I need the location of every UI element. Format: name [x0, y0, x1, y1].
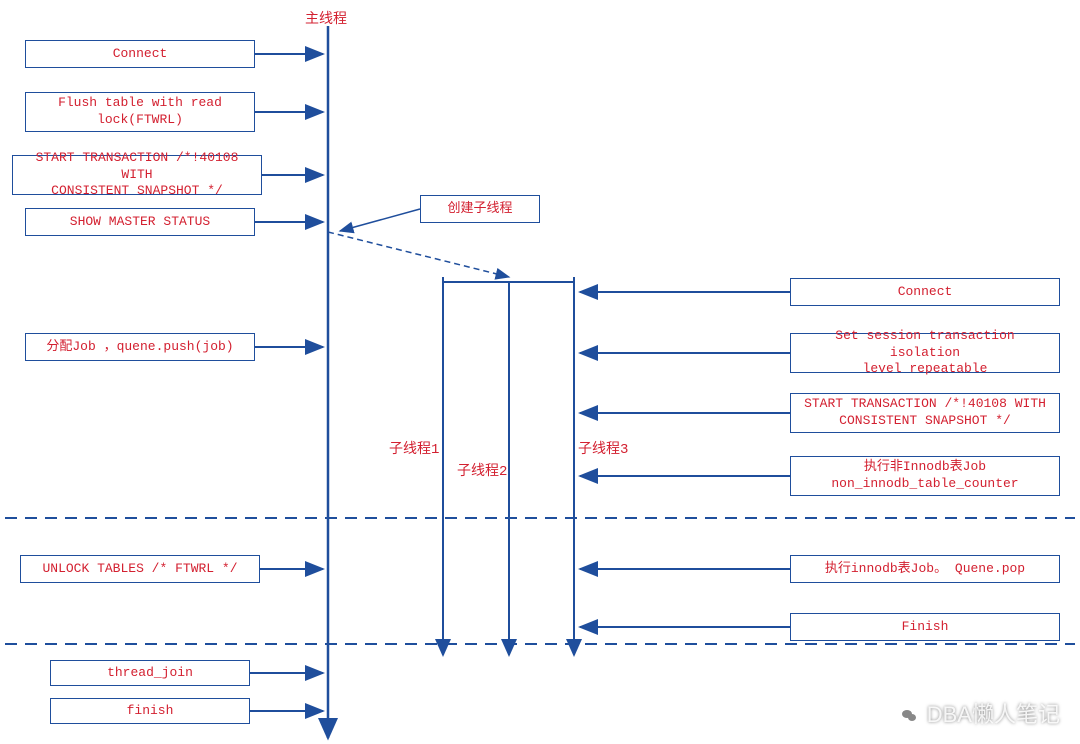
box-create-subthread: 创建子线程 [420, 195, 540, 223]
wechat-icon [897, 704, 921, 728]
box-innodb: 执行innodb表Job。 Quene.pop [790, 555, 1060, 583]
watermark-text: DBA懒人笔记 [927, 702, 1060, 727]
box-set-session: Set session transaction isolation level … [790, 333, 1060, 373]
main-thread-label: 主线程 [305, 8, 347, 28]
text: Set session transaction isolation level … [799, 328, 1051, 379]
box-right-connect: Connect [790, 278, 1060, 306]
text: Connect [898, 284, 953, 301]
box-non-innodb: 执行非Innodb表Job non_innodb_table_counter [790, 456, 1060, 496]
box-flush-table: Flush table with read lock(FTWRL) [25, 92, 255, 132]
text: finish [127, 703, 174, 720]
box-start-tx: START TRANSACTION /*!40108 WITH CONSISTE… [12, 155, 262, 195]
watermark: DBA懒人笔记 [897, 697, 1060, 729]
subthread1-label: 子线程1 [389, 438, 439, 458]
text: START TRANSACTION /*!40108 WITH CONSISTE… [21, 150, 253, 201]
text: 分配Job ，quene.push(job) [46, 339, 233, 356]
text: 执行非Innodb表Job non_innodb_table_counter [831, 459, 1018, 493]
text: Connect [113, 46, 168, 63]
subthread2-label: 子线程2 [457, 460, 507, 480]
box-unlock: UNLOCK TABLES /* FTWRL */ [20, 555, 260, 583]
text: 执行innodb表Job。 Quene.pop [825, 561, 1025, 578]
text: SHOW MASTER STATUS [70, 214, 210, 231]
box-connect: Connect [25, 40, 255, 68]
text: 创建子线程 [447, 201, 512, 218]
box-show-master: SHOW MASTER STATUS [25, 208, 255, 236]
text: Finish [902, 619, 949, 636]
box-alloc-job: 分配Job ，quene.push(job) [25, 333, 255, 361]
box-finish2: Finish [790, 613, 1060, 641]
text: UNLOCK TABLES /* FTWRL */ [42, 561, 237, 578]
subthread3-label: 子线程3 [578, 438, 628, 458]
text: thread_join [107, 665, 193, 682]
box-finish: finish [50, 698, 250, 724]
text: Flush table with read lock(FTWRL) [58, 95, 222, 129]
box-thread-join: thread_join [50, 660, 250, 686]
box-right-start-tx: START TRANSACTION /*!40108 WITH CONSISTE… [790, 393, 1060, 433]
text: START TRANSACTION /*!40108 WITH CONSISTE… [804, 396, 1046, 430]
